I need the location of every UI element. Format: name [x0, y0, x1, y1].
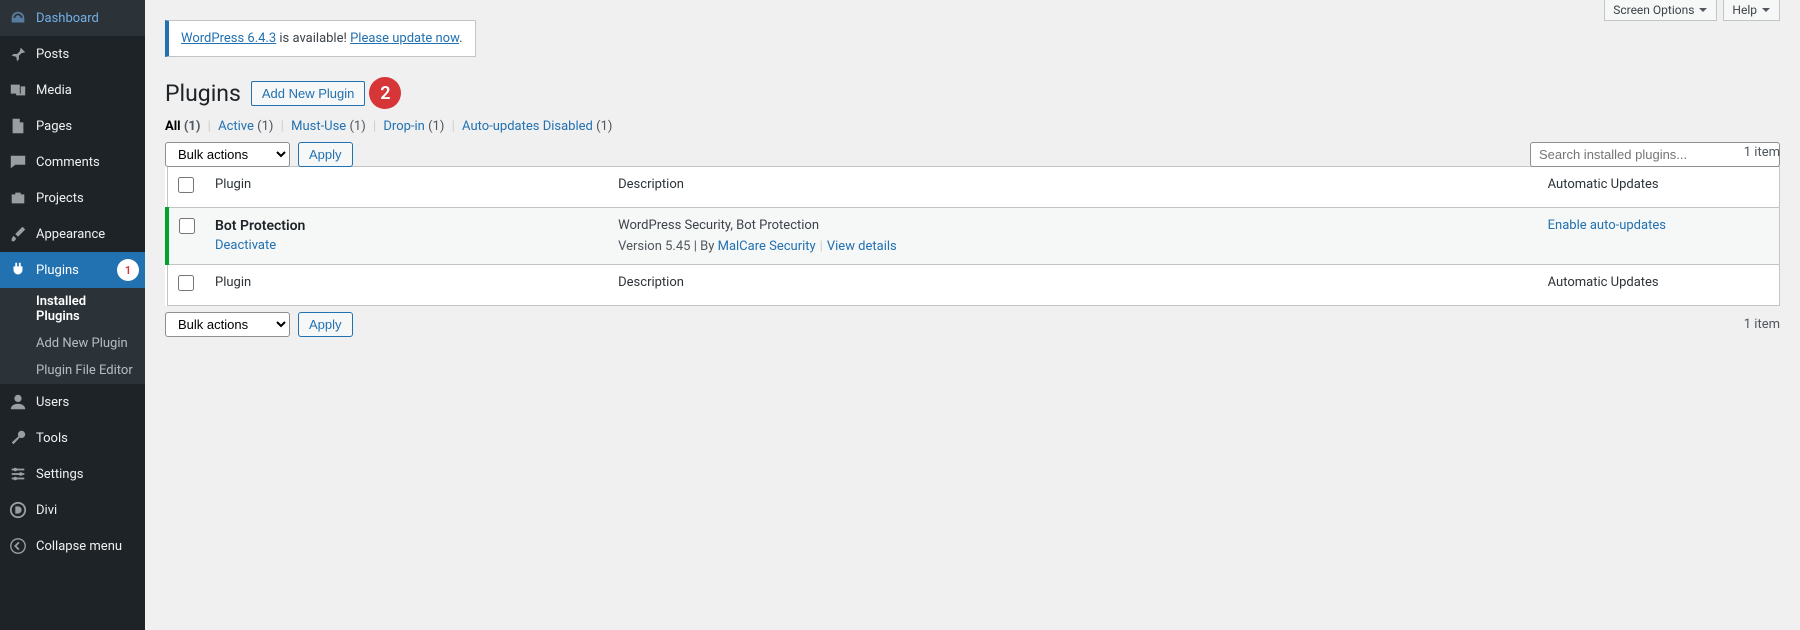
sidebar-item-divi[interactable]: Divi	[0, 492, 145, 528]
plugin-row: Bot Protection Deactivate WordPress Secu…	[167, 208, 1780, 265]
wrench-icon	[8, 428, 28, 448]
col-auto-foot[interactable]: Automatic Updates	[1538, 265, 1780, 306]
sidebar-item-comments[interactable]: Comments	[0, 144, 145, 180]
settings-icon	[8, 464, 28, 484]
filter-dropin[interactable]: Drop-in	[383, 119, 424, 134]
plugin-filters: All (1) | Active (1) | Must-Use (1) | Dr…	[165, 119, 1780, 134]
enable-auto-updates-link[interactable]: Enable auto-updates	[1548, 218, 1666, 233]
admin-sidebar: Dashboard Posts Media Pages Comments Pro…	[0, 0, 145, 630]
divi-icon	[8, 500, 28, 520]
submenu-add-new[interactable]: Add New Plugin	[0, 330, 145, 357]
plugin-author-link[interactable]: MalCare Security	[718, 239, 816, 254]
comment-icon	[8, 152, 28, 172]
label: Appearance	[36, 227, 105, 242]
plugins-submenu: Installed Plugins Add New Plugin Plugin …	[0, 288, 145, 384]
label: Projects	[36, 191, 84, 206]
label: Divi	[36, 503, 57, 518]
col-auto-updates[interactable]: Automatic Updates	[1538, 167, 1780, 208]
screen-options-tab[interactable]: Screen Options	[1604, 0, 1717, 21]
item-count-top: 1 item	[1744, 145, 1780, 160]
collapse-icon	[8, 536, 28, 556]
filter-active[interactable]: Active	[218, 119, 254, 134]
label: Users	[36, 395, 69, 410]
update-badge: 1	[117, 259, 139, 281]
wp-version-link[interactable]: WordPress 6.4.3	[181, 31, 276, 46]
chevron-down-icon	[1761, 5, 1771, 15]
portfolio-icon	[8, 188, 28, 208]
sidebar-item-plugins[interactable]: Plugins 1	[0, 252, 145, 288]
label: Collapse menu	[36, 539, 122, 554]
plugin-version: 5.45	[665, 239, 690, 254]
sidebar-item-collapse[interactable]: Collapse menu	[0, 528, 145, 564]
label: Settings	[36, 467, 83, 482]
label: Comments	[36, 155, 100, 170]
filter-mustuse[interactable]: Must-Use	[291, 119, 346, 134]
plugins-table: Plugin Description Automatic Updates Bot…	[165, 166, 1780, 306]
apply-button-bottom[interactable]: Apply	[298, 312, 353, 337]
sidebar-item-appearance[interactable]: Appearance	[0, 216, 145, 252]
sidebar-item-settings[interactable]: Settings	[0, 456, 145, 492]
brush-icon	[8, 224, 28, 244]
sidebar-item-tools[interactable]: Tools	[0, 420, 145, 456]
select-all-bottom[interactable]	[178, 275, 194, 291]
sidebar-item-dashboard[interactable]: Dashboard	[0, 0, 145, 36]
view-details-link[interactable]: View details	[827, 239, 897, 254]
submenu-installed-plugins[interactable]: Installed Plugins	[0, 288, 145, 330]
select-all-top[interactable]	[178, 177, 194, 193]
help-tab[interactable]: Help	[1723, 0, 1780, 21]
main-content: Screen Options Help WordPress 6.4.3 is a…	[145, 0, 1800, 630]
sidebar-item-posts[interactable]: Posts	[0, 36, 145, 72]
bulk-actions-select-top[interactable]: Bulk actions	[165, 142, 290, 167]
deactivate-link[interactable]: Deactivate	[215, 238, 276, 253]
help-label: Help	[1732, 3, 1757, 17]
plugin-name: Bot Protection	[215, 218, 598, 234]
update-now-link[interactable]: Please update now	[350, 31, 459, 46]
label: Pages	[36, 119, 72, 134]
chevron-down-icon	[1698, 5, 1708, 15]
dashboard-icon	[8, 8, 28, 28]
annotation-badge-2: 2	[369, 77, 401, 109]
submenu-file-editor[interactable]: Plugin File Editor	[0, 357, 145, 384]
bulk-actions-select-bottom[interactable]: Bulk actions	[165, 312, 290, 337]
plugin-icon	[8, 260, 28, 280]
filter-all[interactable]: All (1)	[165, 119, 200, 134]
label: Plugins	[36, 263, 79, 278]
label: Media	[36, 83, 72, 98]
col-description[interactable]: Description	[608, 167, 1538, 208]
label: Posts	[36, 47, 69, 62]
sidebar-item-media[interactable]: Media	[0, 72, 145, 108]
user-icon	[8, 392, 28, 412]
notice-text-1: is available!	[276, 31, 350, 46]
apply-button-top[interactable]: Apply	[298, 142, 353, 167]
col-desc-foot[interactable]: Description	[608, 265, 1538, 306]
plugin-description: WordPress Security, Bot Protection	[618, 218, 1528, 233]
plugin-meta: Version 5.45 | By MalCare Security|View …	[618, 239, 1528, 254]
page-icon	[8, 116, 28, 136]
col-plugin-foot[interactable]: Plugin	[205, 265, 608, 306]
update-notice: WordPress 6.4.3 is available! Please upd…	[165, 20, 476, 57]
sidebar-item-users[interactable]: Users	[0, 384, 145, 420]
add-new-plugin-button[interactable]: Add New Plugin	[251, 81, 366, 106]
filter-auto[interactable]: Auto-updates Disabled	[462, 119, 593, 134]
label: Tools	[36, 431, 68, 446]
screen-options-label: Screen Options	[1613, 3, 1694, 17]
page-title: Plugins	[165, 80, 241, 107]
search-plugins-input[interactable]	[1530, 142, 1780, 167]
label: Dashboard	[36, 11, 99, 26]
item-count-bottom: 1 item	[1744, 317, 1780, 332]
notice-text-2: .	[459, 31, 462, 46]
col-plugin[interactable]: Plugin	[205, 167, 608, 208]
pin-icon	[8, 44, 28, 64]
sidebar-item-pages[interactable]: Pages	[0, 108, 145, 144]
media-icon	[8, 80, 28, 100]
sidebar-item-projects[interactable]: Projects	[0, 180, 145, 216]
plugin-checkbox[interactable]	[179, 218, 195, 234]
